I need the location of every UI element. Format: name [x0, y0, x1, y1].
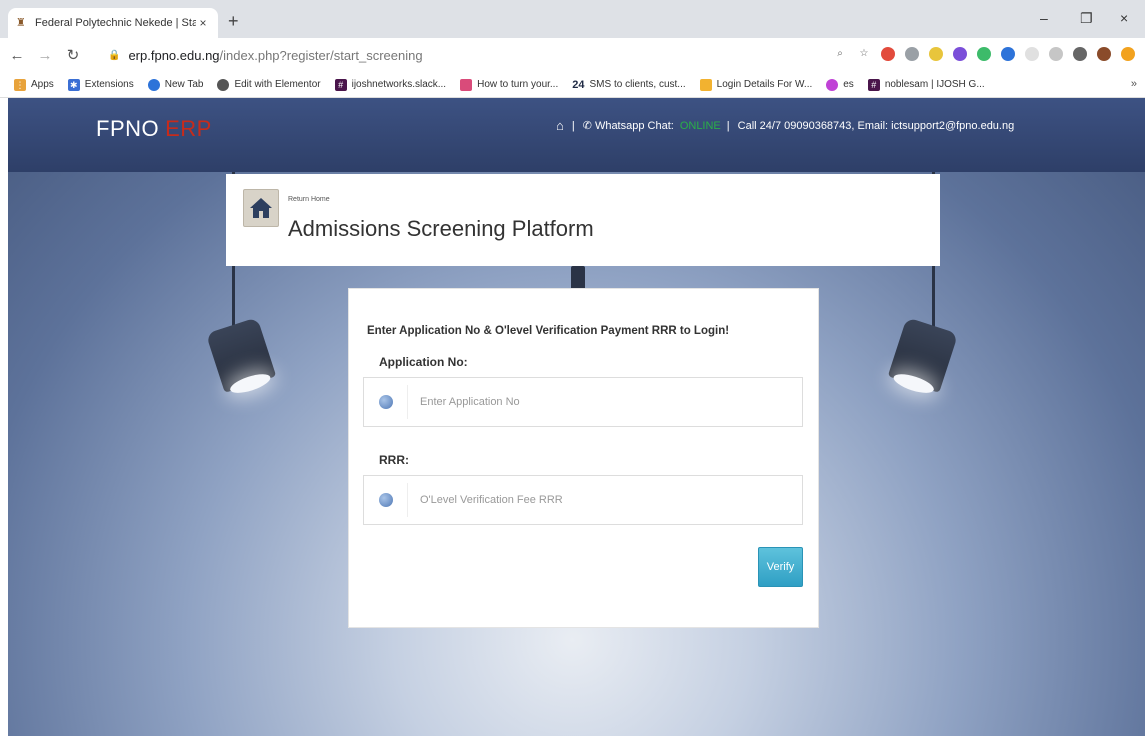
contact-bar: ⌂ | ✆ Whatsapp Chat: ONLINE | Call 24/7 … [556, 118, 1014, 133]
globe-icon [378, 493, 393, 507]
extensions-puzzle-icon[interactable] [1073, 47, 1087, 61]
extension-camera-icon[interactable] [905, 47, 919, 61]
tab-title: Federal Polytechnic Nekede | Sta [35, 17, 196, 29]
site-brand[interactable]: FPNO ERP [96, 116, 212, 142]
page-viewport: FPNO ERP ⌂ | ✆ Whatsapp Chat: ONLINE | Ca… [0, 98, 1145, 736]
verify-button[interactable]: Verify [758, 547, 803, 587]
extension-blue-icon[interactable] [1001, 47, 1015, 61]
bookmark-apps[interactable]: ⋮ Apps [14, 78, 54, 91]
video-icon [460, 78, 473, 91]
star-icon[interactable]: ☆ [857, 47, 871, 61]
bookmark-noblesam[interactable]: # noblesam | IJOSH G... [867, 78, 985, 91]
rrr-label: RRR: [379, 453, 409, 467]
browser-tab[interactable]: ♜ Federal Polytechnic Nekede | Sta × [8, 8, 218, 38]
sms-24-icon: 24 [572, 78, 585, 91]
online-status: ONLINE [679, 119, 721, 132]
brand-name: FPNO [96, 116, 160, 141]
new-tab-button[interactable]: + [228, 12, 239, 30]
back-icon[interactable]: ← [6, 47, 28, 64]
browser-toolbar: ← → ↻ 🔒 erp.fpno.edu.ng/index.php?regist… [0, 38, 1145, 72]
extension-v-icon[interactable] [1049, 47, 1063, 61]
es-icon [826, 78, 839, 91]
separator: | [571, 119, 575, 132]
page-title: Admissions Screening Platform [288, 216, 594, 241]
return-home-link[interactable]: Return Home [288, 196, 330, 203]
login-instruction: Enter Application No & O'level Verificat… [367, 325, 730, 337]
extension-grey-icon[interactable] [1025, 47, 1039, 61]
house-icon [250, 198, 272, 218]
extension-red-icon[interactable] [881, 47, 895, 61]
reload-icon[interactable]: ↻ [62, 46, 84, 64]
rrr-input[interactable] [408, 476, 802, 524]
lock-icon: 🔒 [108, 49, 121, 61]
forward-icon[interactable]: → [34, 47, 56, 64]
globe-icon [378, 395, 393, 409]
whatsapp-link[interactable]: Whatsapp Chat: [595, 120, 674, 132]
extension-yellow-icon[interactable] [929, 47, 943, 61]
bookmark-slack[interactable]: # ijoshnetworks.slack... [334, 78, 446, 91]
profile-avatar-icon[interactable] [1097, 47, 1111, 61]
application-no-field[interactable] [363, 377, 803, 427]
bookmark-extensions[interactable]: ✱ Extensions [67, 78, 134, 91]
bookmarks-bar: ⋮ Apps ✱ Extensions New Tab Edit with Elem… [0, 72, 1145, 98]
spotlight-right-icon [887, 317, 959, 397]
new-tab-icon [147, 78, 160, 91]
bookmark-es[interactable]: es [826, 78, 854, 91]
site-navbar: FPNO ERP ⌂ | ✆ Whatsapp Chat: ONLINE | Ca… [8, 98, 1145, 172]
bookmark-sms[interactable]: 24 SMS to clients, cust... [572, 79, 685, 91]
extension-pen-icon[interactable] [977, 47, 991, 61]
globe-icon [217, 78, 230, 91]
more-bookmarks-icon[interactable]: » [1131, 78, 1137, 90]
browser-tabstrip: ♜ Federal Polytechnic Nekede | Sta × + –… [0, 0, 1145, 38]
login-form: Enter Application No & O'level Verificat… [348, 288, 819, 628]
separator: | [726, 119, 730, 132]
bookmark-elementor[interactable]: Edit with Elementor [217, 78, 321, 91]
home-icon[interactable]: ⌂ [556, 118, 564, 133]
lamp-connector [571, 266, 585, 288]
drive-icon [699, 78, 712, 91]
spotlight-left-icon [205, 317, 277, 397]
url-domain: erp.fpno.edu.ng [128, 47, 220, 63]
puzzle-icon: ✱ [67, 78, 80, 91]
close-window-button[interactable]: × [1120, 10, 1128, 26]
restore-button[interactable]: ❐ [1080, 10, 1093, 27]
bookmark-new-tab[interactable]: New Tab [147, 78, 203, 91]
url-path: /index.php?register/start_screening [219, 47, 423, 63]
rrr-field[interactable] [363, 475, 803, 525]
extension-icons: ⌕ ☆ [833, 47, 1135, 61]
slack-icon: # [867, 78, 880, 91]
zoom-icon[interactable]: ⌕ [833, 47, 847, 61]
page-left-edge [0, 98, 8, 736]
application-no-label: Application No: [379, 355, 468, 369]
site-favicon-icon: ♜ [16, 17, 26, 29]
application-no-input[interactable] [408, 378, 802, 426]
bookmark-how-to[interactable]: How to turn your... [460, 78, 558, 91]
apps-grid-icon: ⋮ [14, 78, 26, 91]
update-icon[interactable] [1121, 47, 1135, 61]
chat-icon: ✆ [582, 120, 592, 132]
return-home-button[interactable] [243, 189, 279, 227]
bookmark-login-details[interactable]: Login Details For W... [699, 78, 812, 91]
brand-accent: ERP [165, 116, 212, 141]
slack-icon: # [334, 78, 347, 91]
tab-close-icon[interactable]: × [196, 16, 210, 30]
extension-color-icon[interactable] [953, 47, 967, 61]
minimize-button[interactable]: – [1040, 10, 1048, 26]
header-card: Return Home Admissions Screening Platfor… [226, 174, 940, 266]
contact-info: Call 24/7 09090368743, Email: ictsupport… [737, 119, 1015, 132]
